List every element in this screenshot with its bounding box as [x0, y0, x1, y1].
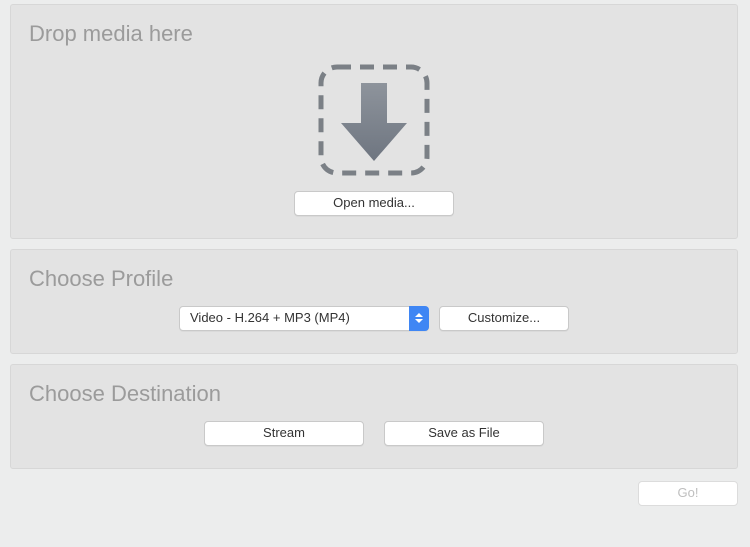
footer: Go!: [10, 479, 738, 506]
destination-row: Stream Save as File: [29, 421, 719, 446]
save-as-file-button[interactable]: Save as File: [384, 421, 544, 446]
drop-media-panel: Drop media here Open media...: [10, 4, 738, 239]
stream-button[interactable]: Stream: [204, 421, 364, 446]
drop-media-body: Open media...: [29, 61, 719, 216]
profile-select[interactable]: Video - H.264 + MP3 (MP4): [179, 306, 429, 331]
choose-profile-panel: Choose Profile Video - H.264 + MP3 (MP4)…: [10, 249, 738, 354]
profile-row: Video - H.264 + MP3 (MP4) Customize...: [29, 306, 719, 331]
open-media-button[interactable]: Open media...: [294, 191, 454, 216]
profile-select-value: Video - H.264 + MP3 (MP4): [179, 306, 429, 331]
choose-profile-title: Choose Profile: [29, 266, 719, 292]
choose-destination-title: Choose Destination: [29, 381, 719, 407]
drop-arrow-icon: [315, 61, 433, 179]
go-button: Go!: [638, 481, 738, 506]
customize-button[interactable]: Customize...: [439, 306, 569, 331]
choose-destination-panel: Choose Destination Stream Save as File: [10, 364, 738, 469]
drop-media-title: Drop media here: [29, 21, 719, 47]
